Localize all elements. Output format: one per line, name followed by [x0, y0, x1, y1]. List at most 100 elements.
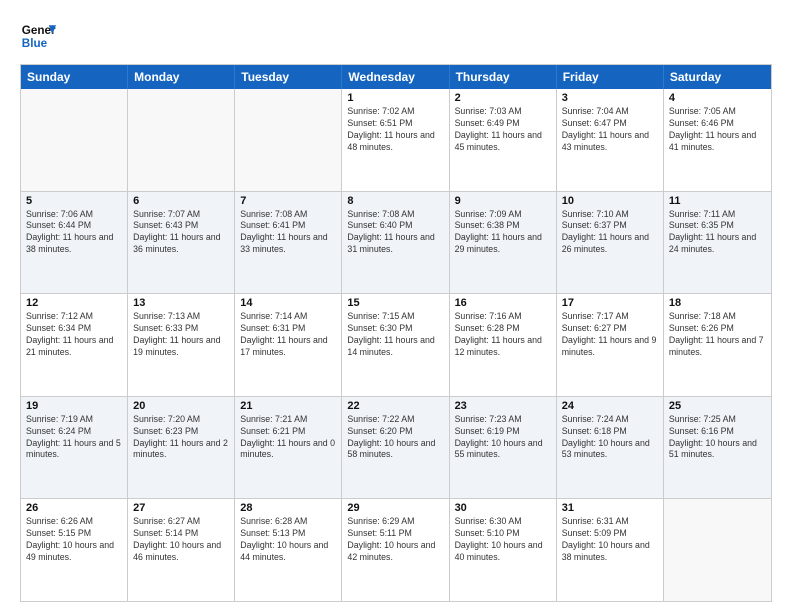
- calendar-day-cell: 16Sunrise: 7:16 AM Sunset: 6:28 PM Dayli…: [450, 294, 557, 396]
- page-header: General Blue: [20, 18, 772, 54]
- weekday-header: Monday: [128, 65, 235, 89]
- calendar-day-cell: 12 Sunrise: 7:12 AM Sunset: 6:34 PM Dayli…: [21, 294, 128, 396]
- weekday-header: Tuesday: [235, 65, 342, 89]
- day-info: Sunrise: 6:30 AM Sunset: 5:10 PM Dayligh…: [455, 516, 551, 564]
- day-number: 24: [562, 400, 658, 412]
- day-info: Sunrise: 7:19 AM Sunset: 6:24 PM Dayligh…: [26, 414, 122, 462]
- day-number: 23: [455, 400, 551, 412]
- day-number: 21: [240, 400, 336, 412]
- day-info: Sunrise: 6:31 AM Sunset: 5:09 PM Dayligh…: [562, 516, 658, 564]
- logo-icon: General Blue: [20, 18, 56, 54]
- calendar-day-cell: 20 Sunrise: 7:20 AM Sunset: 6:23 PM Dayli…: [128, 397, 235, 499]
- day-info: Sunrise: 7:06 AM Sunset: 6:44 PM Dayligh…: [26, 209, 122, 257]
- calendar-day-cell: 1 Sunrise: 7:02 AM Sunset: 6:51 PM Daylig…: [342, 89, 449, 191]
- calendar-day-cell: 6 Sunrise: 7:07 AM Sunset: 6:43 PM Daylig…: [128, 192, 235, 294]
- day-info: Sunrise: 7:20 AM Sunset: 6:23 PM Dayligh…: [133, 414, 229, 462]
- day-number: 25: [669, 400, 766, 412]
- calendar-day-cell: 25 Sunrise: 7:25 AM Sunset: 6:16 PM Dayli…: [664, 397, 771, 499]
- day-info: Sunrise: 7:09 AM Sunset: 6:38 PM Dayligh…: [455, 209, 551, 257]
- calendar-body: 1 Sunrise: 7:02 AM Sunset: 6:51 PM Daylig…: [21, 89, 771, 601]
- calendar-day-cell: 31 Sunrise: 6:31 AM Sunset: 5:09 PM Dayli…: [557, 499, 664, 601]
- day-number: 30: [455, 502, 551, 514]
- day-info: Sunrise: 7:17 AM Sunset: 6:27 PM Dayligh…: [562, 311, 658, 359]
- calendar-day-cell: 23 Sunrise: 7:23 AM Sunset: 6:19 PM Dayli…: [450, 397, 557, 499]
- day-number: 31: [562, 502, 658, 514]
- calendar-day-cell: 3 Sunrise: 7:04 AM Sunset: 6:47 PM Daylig…: [557, 89, 664, 191]
- calendar-day-cell: 9 Sunrise: 7:09 AM Sunset: 6:38 PM Daylig…: [450, 192, 557, 294]
- day-number: 1: [347, 92, 443, 104]
- calendar-day-cell: 30 Sunrise: 6:30 AM Sunset: 5:10 PM Dayli…: [450, 499, 557, 601]
- day-number: 4: [669, 92, 766, 104]
- svg-text:Blue: Blue: [22, 37, 48, 50]
- calendar-day-cell: 29 Sunrise: 6:29 AM Sunset: 5:11 PM Dayli…: [342, 499, 449, 601]
- day-info: Sunrise: 7:04 AM Sunset: 6:47 PM Dayligh…: [562, 106, 658, 154]
- day-info: Sunrise: 7:08 AM Sunset: 6:40 PM Dayligh…: [347, 209, 443, 257]
- calendar-day-cell: 27 Sunrise: 6:27 AM Sunset: 5:14 PM Dayli…: [128, 499, 235, 601]
- day-info: Sunrise: 7:07 AM Sunset: 6:43 PM Dayligh…: [133, 209, 229, 257]
- calendar-day-cell: 18 Sunrise: 7:18 AM Sunset: 6:26 PM Dayli…: [664, 294, 771, 396]
- day-info: Sunrise: 7:12 AM Sunset: 6:34 PM Dayligh…: [26, 311, 122, 359]
- empty-cell: [664, 499, 771, 601]
- calendar-day-cell: 7 Sunrise: 7:08 AM Sunset: 6:41 PM Daylig…: [235, 192, 342, 294]
- calendar-header-row: SundayMondayTuesdayWednesdayThursdayFrid…: [21, 65, 771, 89]
- calendar: SundayMondayTuesdayWednesdayThursdayFrid…: [20, 64, 772, 602]
- day-number: 3: [562, 92, 658, 104]
- day-info: Sunrise: 6:28 AM Sunset: 5:13 PM Dayligh…: [240, 516, 336, 564]
- empty-cell: [128, 89, 235, 191]
- day-number: 27: [133, 502, 229, 514]
- calendar-day-cell: 19 Sunrise: 7:19 AM Sunset: 6:24 PM Dayli…: [21, 397, 128, 499]
- calendar-day-cell: 4 Sunrise: 7:05 AM Sunset: 6:46 PM Daylig…: [664, 89, 771, 191]
- day-info: Sunrise: 7:02 AM Sunset: 6:51 PM Dayligh…: [347, 106, 443, 154]
- logo: General Blue: [20, 18, 56, 54]
- day-number: 14: [240, 297, 336, 309]
- day-info: Sunrise: 7:25 AM Sunset: 6:16 PM Dayligh…: [669, 414, 766, 462]
- calendar-day-cell: 21Sunrise: 7:21 AM Sunset: 6:21 PM Dayli…: [235, 397, 342, 499]
- calendar-day-cell: 14 Sunrise: 7:14 AM Sunset: 6:31 PM Dayli…: [235, 294, 342, 396]
- day-info: Sunrise: 7:23 AM Sunset: 6:19 PM Dayligh…: [455, 414, 551, 462]
- day-number: 5: [26, 195, 122, 207]
- day-info: Sunrise: 6:26 AM Sunset: 5:15 PM Dayligh…: [26, 516, 122, 564]
- day-number: 19: [26, 400, 122, 412]
- calendar-row: 12 Sunrise: 7:12 AM Sunset: 6:34 PM Dayli…: [21, 293, 771, 396]
- calendar-day-cell: 15Sunrise: 7:15 AM Sunset: 6:30 PM Dayli…: [342, 294, 449, 396]
- weekday-header: Wednesday: [342, 65, 449, 89]
- day-info: Sunrise: 6:29 AM Sunset: 5:11 PM Dayligh…: [347, 516, 443, 564]
- calendar-day-cell: 26 Sunrise: 6:26 AM Sunset: 5:15 PM Dayli…: [21, 499, 128, 601]
- calendar-row: 26 Sunrise: 6:26 AM Sunset: 5:15 PM Dayli…: [21, 498, 771, 601]
- day-info: Sunrise: 7:03 AM Sunset: 6:49 PM Dayligh…: [455, 106, 551, 154]
- day-info: Sunrise: 7:11 AM Sunset: 6:35 PM Dayligh…: [669, 209, 766, 257]
- day-number: 18: [669, 297, 766, 309]
- calendar-day-cell: 13Sunrise: 7:13 AM Sunset: 6:33 PM Dayli…: [128, 294, 235, 396]
- day-number: 10: [562, 195, 658, 207]
- day-number: 7: [240, 195, 336, 207]
- calendar-row: 1 Sunrise: 7:02 AM Sunset: 6:51 PM Daylig…: [21, 89, 771, 191]
- day-number: 9: [455, 195, 551, 207]
- day-info: Sunrise: 7:05 AM Sunset: 6:46 PM Dayligh…: [669, 106, 766, 154]
- calendar-day-cell: 8 Sunrise: 7:08 AM Sunset: 6:40 PM Daylig…: [342, 192, 449, 294]
- day-number: 11: [669, 195, 766, 207]
- day-number: 15: [347, 297, 443, 309]
- day-info: Sunrise: 7:14 AM Sunset: 6:31 PM Dayligh…: [240, 311, 336, 359]
- day-number: 26: [26, 502, 122, 514]
- day-number: 2: [455, 92, 551, 104]
- day-number: 29: [347, 502, 443, 514]
- day-info: Sunrise: 7:24 AM Sunset: 6:18 PM Dayligh…: [562, 414, 658, 462]
- day-info: Sunrise: 7:22 AM Sunset: 6:20 PM Dayligh…: [347, 414, 443, 462]
- day-number: 12: [26, 297, 122, 309]
- weekday-header: Thursday: [450, 65, 557, 89]
- calendar-day-cell: 5 Sunrise: 7:06 AM Sunset: 6:44 PM Daylig…: [21, 192, 128, 294]
- day-number: 17: [562, 297, 658, 309]
- day-info: Sunrise: 6:27 AM Sunset: 5:14 PM Dayligh…: [133, 516, 229, 564]
- day-info: Sunrise: 7:18 AM Sunset: 6:26 PM Dayligh…: [669, 311, 766, 359]
- weekday-header: Saturday: [664, 65, 771, 89]
- day-number: 20: [133, 400, 229, 412]
- day-number: 6: [133, 195, 229, 207]
- day-number: 8: [347, 195, 443, 207]
- calendar-row: 5 Sunrise: 7:06 AM Sunset: 6:44 PM Daylig…: [21, 191, 771, 294]
- day-info: Sunrise: 7:16 AM Sunset: 6:28 PM Dayligh…: [455, 311, 551, 359]
- day-info: Sunrise: 7:08 AM Sunset: 6:41 PM Dayligh…: [240, 209, 336, 257]
- calendar-day-cell: 2 Sunrise: 7:03 AM Sunset: 6:49 PM Daylig…: [450, 89, 557, 191]
- calendar-day-cell: 10Sunrise: 7:10 AM Sunset: 6:37 PM Dayli…: [557, 192, 664, 294]
- calendar-day-cell: 17 Sunrise: 7:17 AM Sunset: 6:27 PM Dayli…: [557, 294, 664, 396]
- calendar-day-cell: 11 Sunrise: 7:11 AM Sunset: 6:35 PM Dayli…: [664, 192, 771, 294]
